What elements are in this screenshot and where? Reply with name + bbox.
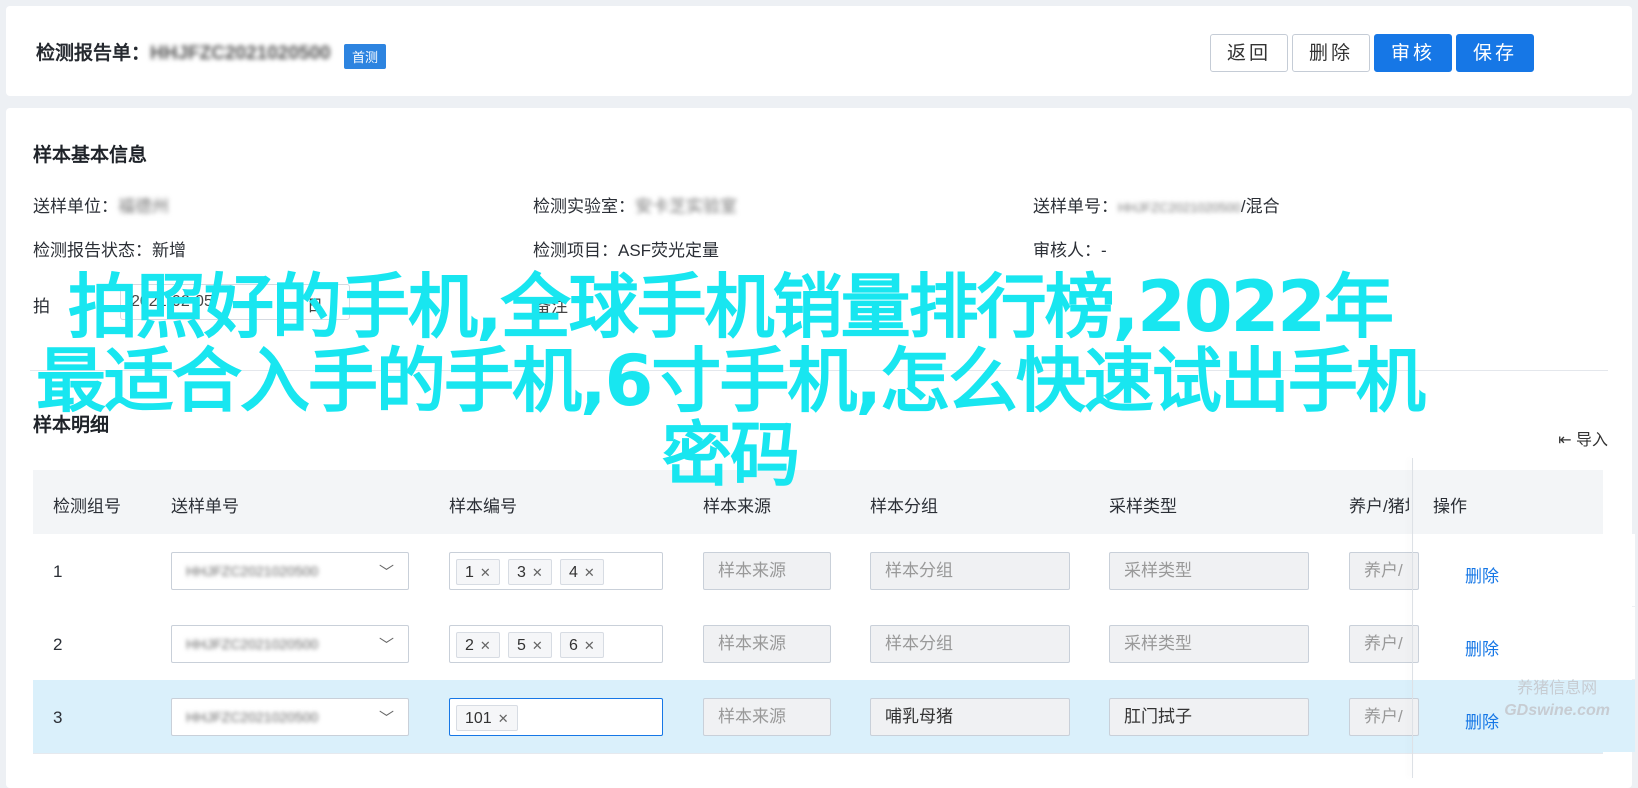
table-row: 2 HHJFZC2021020500 ﹀ 2 ✕ 5 ✕ 6 ✕ 样本来源 样本分组 …	[33, 607, 1635, 681]
report-title-label: 检测报告单：	[36, 43, 151, 64]
chevron-down-icon: ﹀	[378, 564, 394, 581]
close-icon[interactable]: ✕	[532, 565, 543, 580]
save-button[interactable]: 保存	[1456, 34, 1534, 72]
close-icon[interactable]: ✕	[584, 565, 595, 580]
type-input[interactable]: 采样类型	[1109, 552, 1309, 590]
source-input[interactable]: 样本来源	[703, 698, 831, 736]
sample-tag: 5 ✕	[508, 632, 552, 658]
sample-tag: 1 ✕	[456, 559, 500, 585]
group-input[interactable]: 样本分组	[870, 625, 1070, 663]
group-input[interactable]: 哺乳母猪	[870, 698, 1070, 736]
fixed-column-divider	[1412, 458, 1413, 778]
close-icon[interactable]: ✕	[498, 711, 509, 726]
group-no: 1	[53, 562, 63, 581]
field-test-item: 检测项目：ASF荧光定量	[533, 241, 720, 260]
order-select[interactable]: HHJFZC2021020500 ﹀	[171, 552, 409, 590]
col-sample-no: 样本编号	[449, 497, 517, 516]
type-input[interactable]: 肛门拭子	[1109, 698, 1309, 736]
field-lab: 检测实验室：安卡芝实验室	[533, 197, 737, 216]
sample-tag: 2 ✕	[456, 632, 500, 658]
type-input[interactable]: 采样类型	[1109, 625, 1309, 663]
import-icon: ⇤	[1558, 432, 1572, 449]
group-no: 2	[53, 635, 63, 654]
col-group: 样本分组	[870, 497, 938, 516]
table-row: 3 HHJFZC2021020500 ﹀ 101 ✕ 样本来源 哺乳母猪 肛门拭子…	[33, 680, 1635, 754]
group-no: 3	[53, 708, 63, 727]
delete-row-link[interactable]: 删除	[1465, 562, 1499, 587]
overlay-line-3: 密码	[662, 414, 800, 496]
sample-tag: 3 ✕	[508, 559, 552, 585]
status-badge: 首测	[344, 44, 387, 69]
basic-info-title: 样本基本信息	[33, 145, 148, 166]
source-input[interactable]: 样本来源	[703, 625, 831, 663]
chevron-down-icon: ﹀	[378, 637, 394, 654]
col-operation: 操作	[1433, 497, 1467, 516]
col-order-no: 送样单号	[171, 497, 239, 516]
close-icon[interactable]: ✕	[480, 565, 491, 580]
field-order-number: 送样单号：HHJFZC2021020500/混合	[1033, 197, 1280, 216]
sample-tag: 4 ✕	[560, 559, 604, 585]
report-number: HHJFZC2021020500	[150, 43, 331, 64]
import-button[interactable]: ⇤ 导入	[1558, 426, 1608, 450]
group-input[interactable]: 样本分组	[870, 552, 1070, 590]
report-title: 检测报告单：HHJFZC2021020500	[36, 38, 331, 65]
sample-tags-input[interactable]: 101 ✕	[449, 698, 663, 736]
report-header: 检测报告单：HHJFZC2021020500 首测 返回 删除 审核 保存	[6, 6, 1632, 96]
col-type: 采样类型	[1109, 497, 1177, 516]
field-sender-unit: 送样单位：福德州	[33, 197, 169, 216]
import-label: 导入	[1575, 432, 1608, 449]
close-icon[interactable]: ✕	[480, 638, 491, 653]
farm-input[interactable]: 养户/猪场	[1349, 698, 1419, 736]
chevron-down-icon: ﹀	[378, 710, 394, 727]
review-button[interactable]: 审核	[1374, 34, 1452, 72]
sample-tags-input[interactable]: 2 ✕ 5 ✕ 6 ✕	[449, 625, 663, 663]
overlay-line-1: 拍照好的手机,全球手机销量排行榜,2022年	[67, 266, 1394, 348]
source-input[interactable]: 样本来源	[703, 552, 831, 590]
overlay-line-2: 最适合入手的手机,6寸手机,怎么快速试出手机	[36, 340, 1426, 422]
close-icon[interactable]: ✕	[584, 638, 595, 653]
watermark: 养猪信息网 GDswine.com	[1504, 680, 1610, 719]
back-button[interactable]: 返回	[1210, 34, 1288, 72]
sample-tags-input[interactable]: 1 ✕ 3 ✕ 4 ✕	[449, 552, 663, 590]
field-report-status: 检测报告状态：新增	[33, 241, 186, 260]
sample-tag: 101 ✕	[456, 705, 518, 731]
delete-row-link[interactable]: 删除	[1465, 635, 1499, 660]
col-group-no: 检测组号	[53, 497, 121, 516]
delete-button[interactable]: 删除	[1292, 34, 1370, 72]
close-icon[interactable]: ✕	[532, 638, 543, 653]
order-select[interactable]: HHJFZC2021020500 ﹀	[171, 625, 409, 663]
farm-input[interactable]: 养户/猪场	[1349, 625, 1419, 663]
col-farm: 养户/猪场	[1349, 497, 1409, 516]
field-reviewer: 审核人：-	[1033, 241, 1107, 260]
sample-tag: 6 ✕	[560, 632, 604, 658]
farm-input[interactable]: 养户/猪场	[1349, 552, 1419, 590]
delete-row-link[interactable]: 删除	[1465, 708, 1499, 733]
overlay-caption: 拍照好的手机,全球手机销量排行榜,2022年 最适合入手的手机,6寸手机,怎么快…	[0, 270, 1460, 492]
order-select[interactable]: HHJFZC2021020500 ﹀	[171, 698, 409, 736]
table-row: 1 HHJFZC2021020500 ﹀ 1 ✕ 3 ✕ 4 ✕ 样本来源 样本分组 …	[33, 534, 1635, 608]
